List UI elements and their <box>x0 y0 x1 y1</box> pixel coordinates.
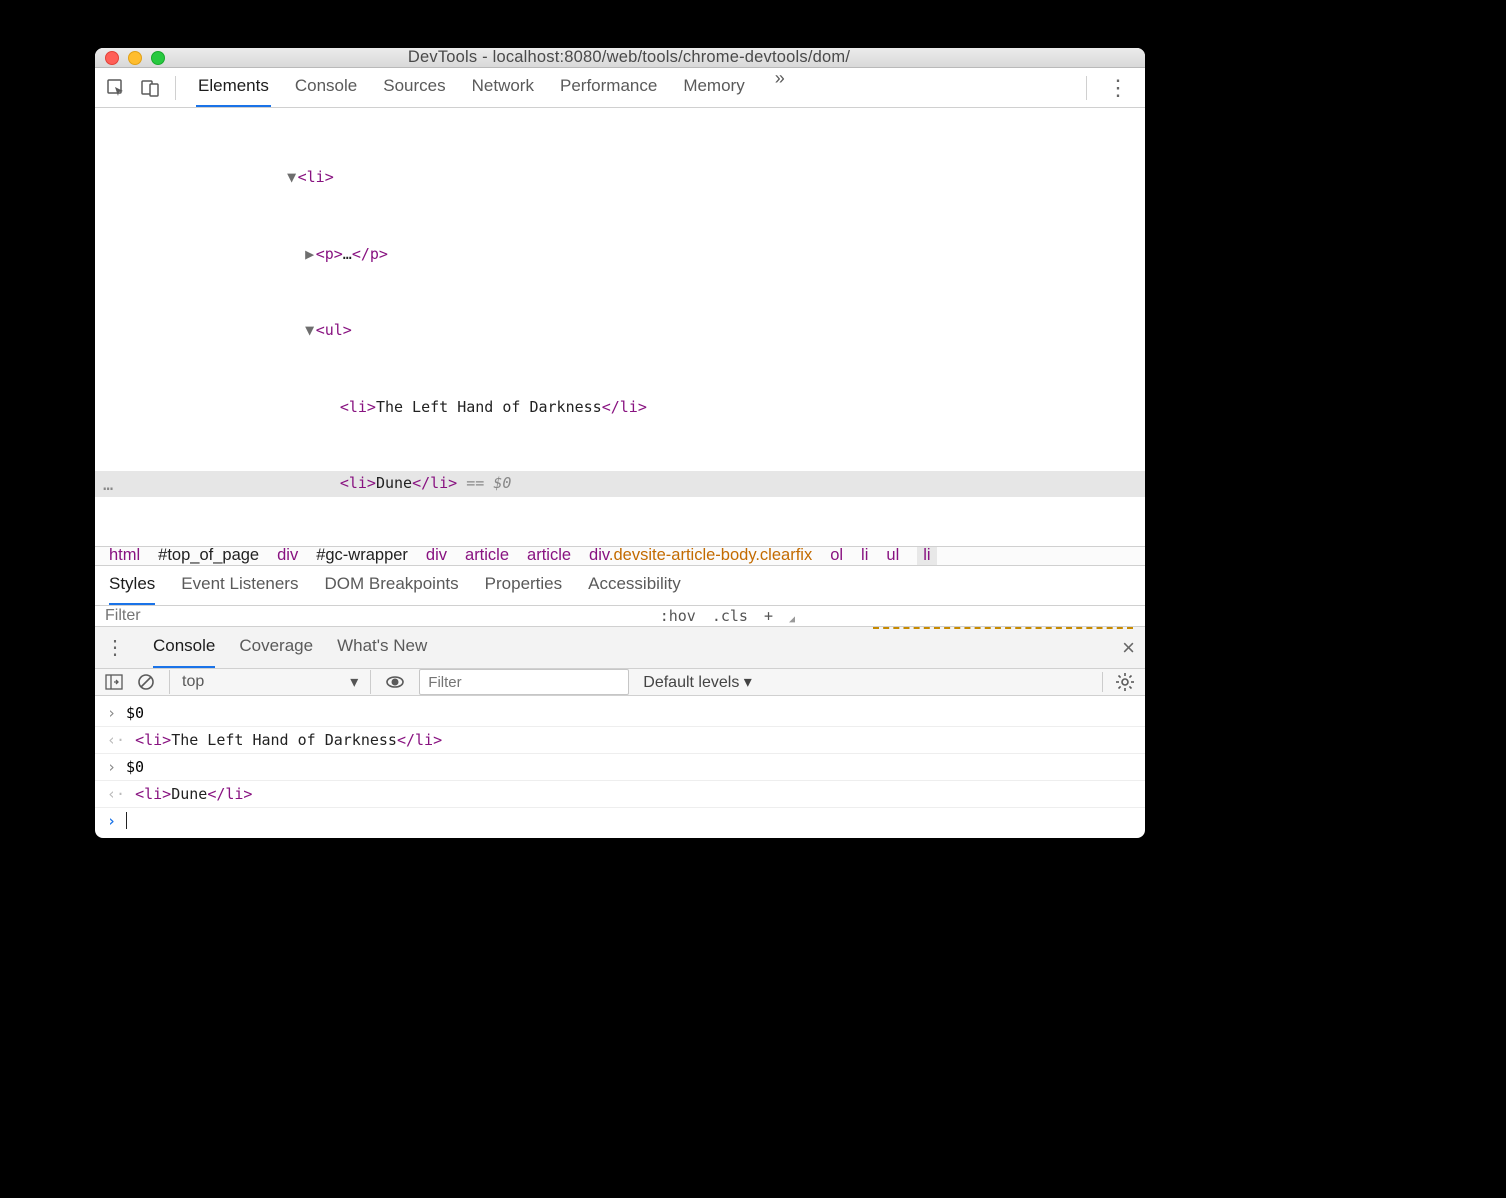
context-label: top <box>182 673 204 691</box>
tab-console[interactable]: Console <box>293 68 359 107</box>
crumb[interactable]: ul <box>886 546 899 565</box>
crumb-selected[interactable]: li <box>917 546 936 565</box>
hov-toggle[interactable]: :hov <box>660 607 696 625</box>
tab-elements[interactable]: Elements <box>196 68 271 107</box>
live-expression-icon[interactable] <box>385 672 405 692</box>
tab-properties[interactable]: Properties <box>485 566 562 605</box>
console-text: <li>The Left Hand of Darkness</li> <box>135 731 442 749</box>
console-result[interactable]: ‹· <li>Dune</li> <box>95 781 1145 808</box>
console-result[interactable]: ‹· <li>The Left Hand of Darkness</li> <box>95 727 1145 754</box>
resize-corner-icon[interactable]: ◢ <box>789 614 795 625</box>
tab-styles[interactable]: Styles <box>109 566 155 605</box>
margin-overlay <box>873 627 1133 629</box>
tab-accessibility[interactable]: Accessibility <box>588 566 681 605</box>
crumb[interactable]: html <box>109 546 140 565</box>
console-toolbar: top ▾ Default levels ▾ <box>95 669 1145 696</box>
console-sidebar-toggle-icon[interactable] <box>105 673 123 691</box>
input-marker-icon: › <box>107 758 116 776</box>
main-tabs: Elements Console Sources Network Perform… <box>186 68 1076 107</box>
separator <box>1086 76 1087 100</box>
separator <box>175 76 176 100</box>
kebab-menu-icon[interactable]: ⋮ <box>1097 75 1139 101</box>
console-text: $0 <box>126 704 144 722</box>
titlebar: DevTools - localhost:8080/web/tools/chro… <box>95 48 1145 68</box>
console-text: <li>Dune</li> <box>135 785 252 803</box>
dom-tree[interactable]: ▼<li> ▶<p>…</p> ▼<ul> <li>The Left Hand … <box>95 108 1145 546</box>
main-toolbar: Elements Console Sources Network Perform… <box>95 68 1145 108</box>
tab-event-listeners[interactable]: Event Listeners <box>181 566 298 605</box>
tab-memory[interactable]: Memory <box>681 68 746 107</box>
output-marker-icon: ‹· <box>107 731 125 749</box>
new-style-rule-icon[interactable]: + <box>764 607 773 625</box>
tab-dom-breakpoints[interactable]: DOM Breakpoints <box>324 566 458 605</box>
crumb[interactable]: article <box>527 546 571 565</box>
tab-sources[interactable]: Sources <box>381 68 447 107</box>
tab-network[interactable]: Network <box>470 68 536 107</box>
drawer-close-icon[interactable]: × <box>1122 635 1135 661</box>
drawer-menu-icon[interactable]: ⋮ <box>105 635 125 660</box>
drawer-tabs: ⋮ Console Coverage What's New × <box>95 627 1145 669</box>
close-icon[interactable] <box>105 51 119 65</box>
crumb[interactable]: div <box>277 546 298 565</box>
output-marker-icon: ‹· <box>107 785 125 803</box>
console-input-echo[interactable]: › $0 <box>95 700 1145 727</box>
crumb[interactable]: div <box>426 546 447 565</box>
console-input-echo[interactable]: › $0 <box>95 754 1145 781</box>
dom-node[interactable]: ▶<p>…</p> <box>95 242 1145 268</box>
drawer-tab-console[interactable]: Console <box>153 627 215 668</box>
cls-toggle[interactable]: .cls <box>712 607 748 625</box>
prompt-marker-icon: › <box>107 812 116 830</box>
console-text: $0 <box>126 758 144 776</box>
clear-console-icon[interactable] <box>137 673 155 691</box>
chevron-down-icon: ▾ <box>350 672 358 692</box>
inspect-icon[interactable] <box>101 73 131 103</box>
dom-node[interactable]: <li>The Left Hand of Darkness</li> <box>95 395 1145 421</box>
tab-performance[interactable]: Performance <box>558 68 659 107</box>
dom-node[interactable]: ▼<ul> <box>95 318 1145 344</box>
dom-node[interactable]: ▼<li> <box>95 165 1145 191</box>
crumb[interactable]: li <box>861 546 868 565</box>
context-selector[interactable]: top ▾ <box>169 670 371 694</box>
tabs-overflow-icon[interactable]: » <box>769 68 791 107</box>
breadcrumb[interactable]: html #top_of_page div #gc-wrapper div ar… <box>95 546 1145 565</box>
drawer-tab-coverage[interactable]: Coverage <box>239 627 313 668</box>
gutter-actions-icon[interactable]: … <box>103 471 114 500</box>
log-levels-selector[interactable]: Default levels ▾ <box>643 672 752 692</box>
devtools-window: DevTools - localhost:8080/web/tools/chro… <box>95 48 1145 838</box>
device-toggle-icon[interactable] <box>135 73 165 103</box>
cursor <box>126 812 127 829</box>
crumb[interactable]: #top_of_page <box>158 546 259 565</box>
crumb[interactable]: #gc-wrapper <box>316 546 408 565</box>
crumb[interactable]: article <box>465 546 509 565</box>
console-output[interactable]: › $0 ‹· <li>The Left Hand of Darkness</l… <box>95 696 1145 838</box>
console-filter-input[interactable] <box>419 669 629 695</box>
styles-filter-input[interactable] <box>105 607 652 625</box>
styles-filter-bar: :hov .cls + ◢ <box>95 606 1145 627</box>
dom-node-selected[interactable]: … <li>Dune</li> == $0 <box>95 471 1145 497</box>
crumb[interactable]: ol <box>830 546 843 565</box>
drawer-tab-whatsnew[interactable]: What's New <box>337 627 427 668</box>
crumb[interactable]: div.devsite-article-body.clearfix <box>589 546 812 565</box>
console-prompt[interactable]: › <box>95 808 1145 834</box>
sidebar-tabs: Styles Event Listeners DOM Breakpoints P… <box>95 566 1145 606</box>
console-settings-icon[interactable] <box>1102 672 1135 692</box>
input-marker-icon: › <box>107 704 116 722</box>
window-title: DevTools - localhost:8080/web/tools/chro… <box>123 48 1135 67</box>
